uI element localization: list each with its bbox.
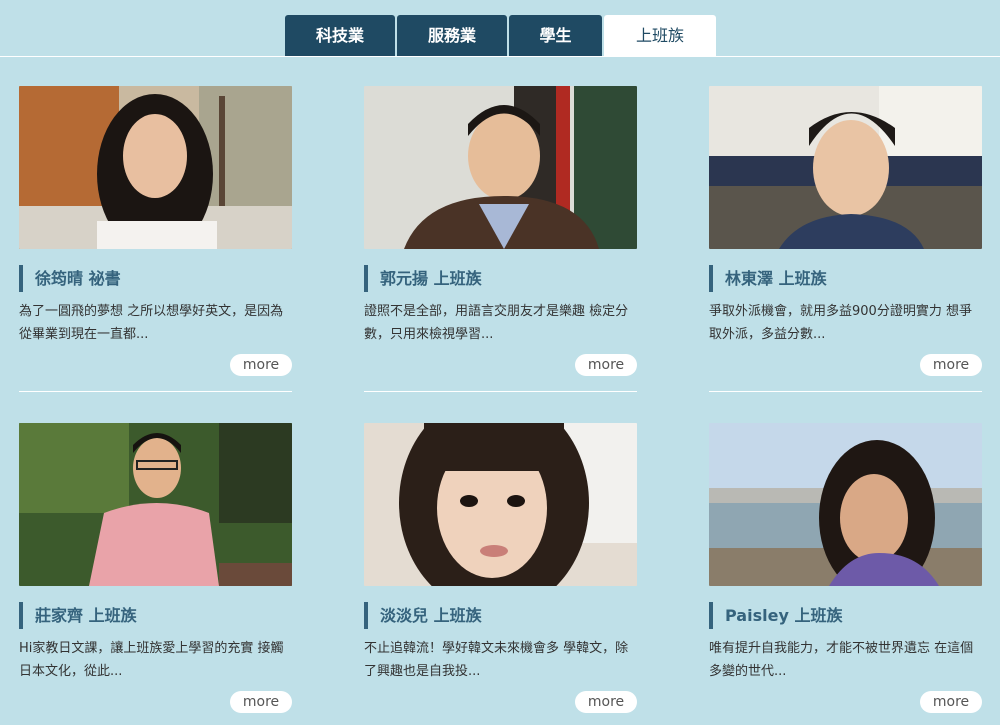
page: 科技業 服務業 學生 上班族 徐筠晴 祕書 為了一圓飛的夢想 之所以想學好英文，…: [0, 0, 1000, 725]
testimonial-card: Paisley 上班族 唯有提升自我能力，才能不被世界遺忘 在這個多變的世代..…: [709, 423, 982, 715]
man-park-photo[interactable]: [19, 423, 292, 586]
card-divider: [19, 391, 292, 392]
card-description: 證照不是全部，用語言交朋友才是樂趣 檢定分數，只用來檢視學習...: [364, 304, 629, 342]
photo-image: [364, 86, 637, 249]
card-name: 徐筠晴 祕書: [19, 265, 292, 292]
woman-riverside-photo[interactable]: [709, 423, 982, 586]
woman-autumn-trees-photo[interactable]: [19, 86, 292, 249]
more-button[interactable]: more: [920, 354, 982, 376]
more-row: more: [19, 691, 292, 715]
woman-selfie-photo[interactable]: [364, 423, 637, 586]
tab-underline: [0, 56, 1000, 57]
more-row: more: [364, 691, 637, 715]
tab-student[interactable]: 學生: [509, 15, 602, 56]
tab-tech[interactable]: 科技業: [285, 15, 395, 56]
card-description: 爭取外派機會，就用多益900分證明實力 想爭取外派，多益分數...: [709, 304, 972, 342]
more-row: more: [364, 354, 637, 378]
man-bus-photo[interactable]: [709, 86, 982, 249]
category-tabs: 科技業 服務業 學生 上班族: [285, 15, 716, 56]
testimonial-card: 郭元揚 上班族 證照不是全部，用語言交朋友才是樂趣 檢定分數，只用來檢視學習..…: [364, 86, 637, 392]
tab-office-worker[interactable]: 上班族: [604, 15, 716, 56]
testimonial-card: 莊家齊 上班族 Hi家教日文課，讓上班族愛上學習的充實 接觸日本文化，從此...…: [19, 423, 292, 725]
card-name: 莊家齊 上班族: [19, 602, 292, 629]
more-button[interactable]: more: [230, 691, 292, 713]
more-row: more: [19, 354, 292, 378]
photo-image: [19, 86, 292, 249]
tab-service[interactable]: 服務業: [397, 15, 507, 56]
testimonial-card: 淡淡兒 上班族 不止追韓流！學好韓文未來機會多 學韓文，除了興趣也是自我投...…: [364, 423, 637, 725]
card-name: 淡淡兒 上班族: [364, 602, 637, 629]
card-name: 郭元揚 上班族: [364, 265, 637, 292]
card-description: 唯有提升自我能力，才能不被世界遺忘 在這個多變的世代...: [709, 641, 974, 679]
more-row: more: [709, 691, 982, 715]
card-description: 為了一圓飛的夢想 之所以想學好英文，是因為從畢業到現在一直都...: [19, 304, 284, 342]
card-description: Hi家教日文課，讓上班族愛上學習的充實 接觸日本文化，從此...: [19, 641, 284, 679]
more-button[interactable]: more: [230, 354, 292, 376]
more-button[interactable]: more: [920, 691, 982, 713]
photo-image: [709, 423, 982, 586]
card-divider: [364, 391, 637, 392]
card-divider: [709, 391, 982, 392]
card-description: 不止追韓流！學好韓文未來機會多 學韓文，除了興趣也是自我投...: [364, 641, 629, 679]
more-button[interactable]: more: [575, 691, 637, 713]
more-button[interactable]: more: [575, 354, 637, 376]
testimonial-card: 徐筠晴 祕書 為了一圓飛的夢想 之所以想學好英文，是因為從畢業到現在一直都...…: [19, 86, 292, 392]
more-row: more: [709, 354, 982, 378]
photo-image: [19, 423, 292, 586]
card-name: 林東澤 上班族: [709, 265, 982, 292]
photo-image: [709, 86, 982, 249]
testimonial-card: 林東澤 上班族 爭取外派機會，就用多益900分證明實力 想爭取外派，多益分數..…: [709, 86, 982, 392]
card-name: Paisley 上班族: [709, 602, 982, 629]
man-temple-photo[interactable]: [364, 86, 637, 249]
photo-image: [364, 423, 637, 586]
